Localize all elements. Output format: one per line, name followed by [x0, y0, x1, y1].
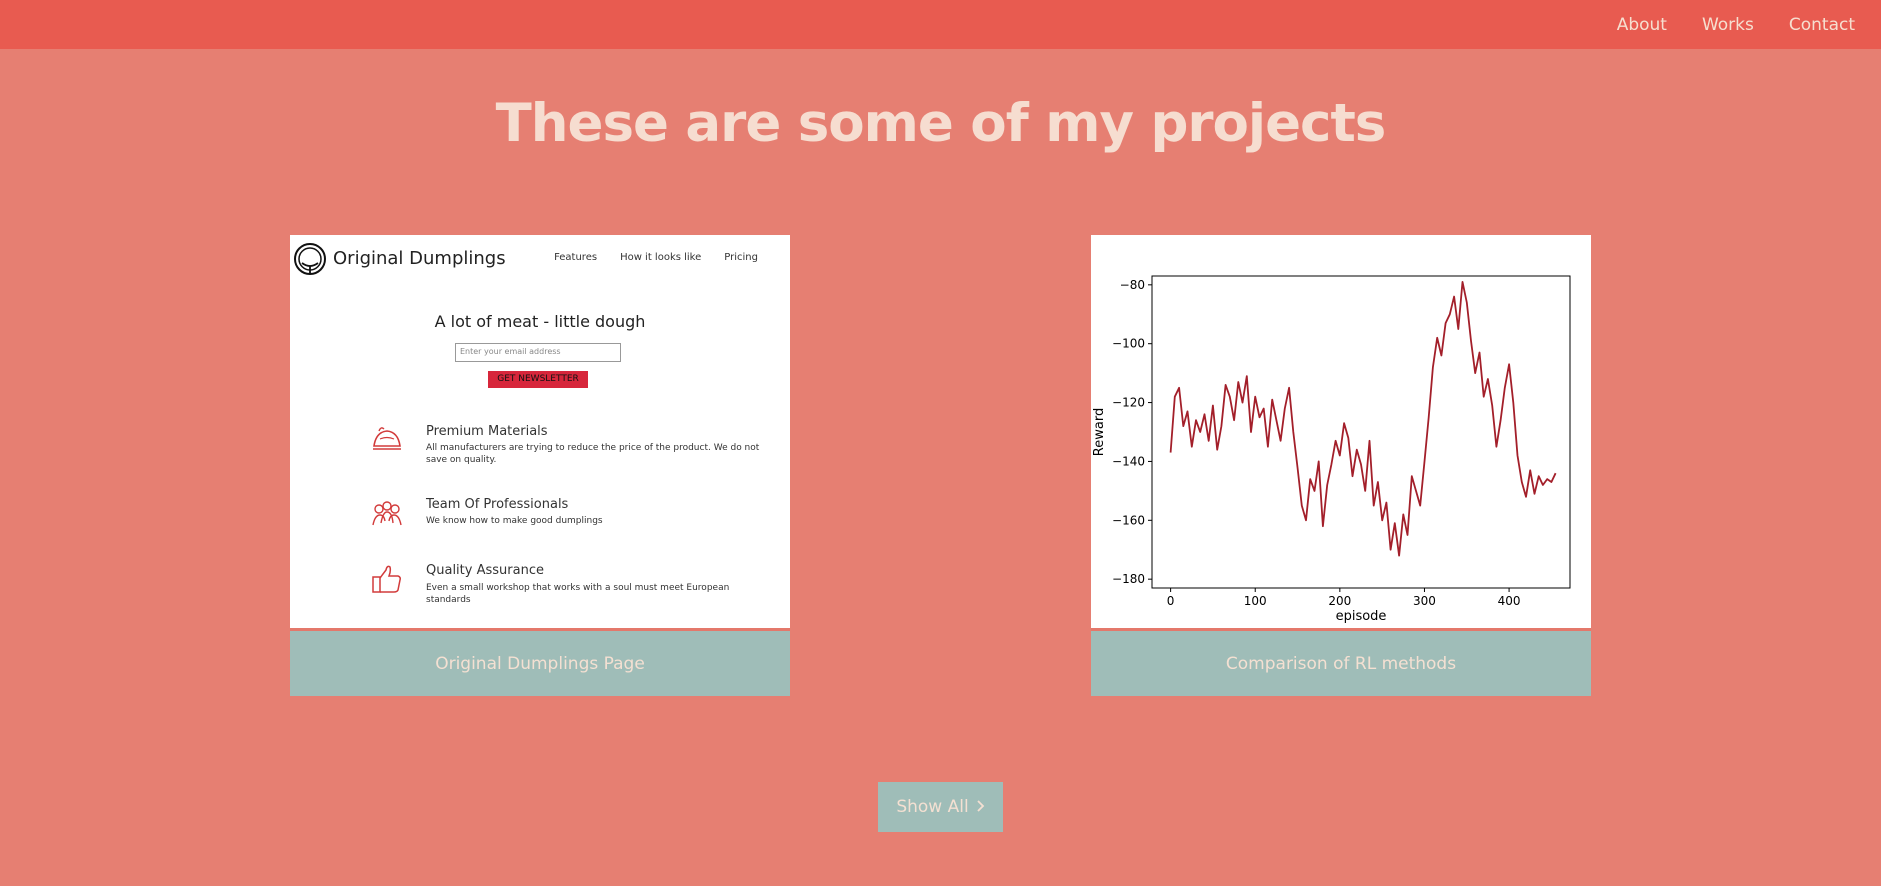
- thumb-brand: Original Dumplings: [333, 248, 506, 269]
- thumb-feature-desc: We know how to make good dumplings: [426, 516, 603, 526]
- show-all-button[interactable]: Show All: [878, 782, 1003, 832]
- y-tick-label: −120: [1112, 396, 1145, 410]
- x-axis-label: episode: [1336, 609, 1387, 624]
- team-icon: [372, 501, 402, 526]
- reward-series-line: [1169, 281, 1557, 557]
- y-tick-label: −80: [1120, 278, 1145, 292]
- show-all-label: Show All: [896, 797, 969, 817]
- nav-link-works[interactable]: Works: [1702, 15, 1754, 35]
- project-thumbnail-rl[interactable]: 0 100 200 300 400 −80 −100 −120 −140 −160 −180 epis…: [1091, 235, 1591, 628]
- y-tick-label: −160: [1112, 513, 1145, 527]
- y-tick-label: −180: [1112, 572, 1145, 586]
- x-tick-label: 200: [1328, 594, 1351, 608]
- chevron-right-icon: [977, 797, 985, 817]
- thumb-nav-features: Features: [554, 252, 598, 263]
- thumb-feature-desc: All manufacturers are trying to reduce t…: [426, 443, 760, 465]
- thumbs-up-icon: [372, 565, 401, 593]
- thumb-feature-title: Team Of Professionals: [426, 497, 569, 512]
- thumb-feature-title: Premium Materials: [426, 424, 548, 439]
- nav-link-about[interactable]: About: [1617, 15, 1667, 35]
- y-axis-label: Reward: [1092, 408, 1107, 456]
- thumb-nav-pricing: Pricing: [724, 252, 758, 263]
- thumb-feature-desc: Even a small workshop that works with a …: [426, 583, 730, 605]
- project-caption-rl[interactable]: Comparison of RL methods: [1091, 631, 1591, 696]
- thumb-title: A lot of meat - little dough: [434, 312, 646, 331]
- nav-link-contact[interactable]: Contact: [1789, 15, 1855, 35]
- project-card-dumplings[interactable]: Original Dumplings Features How it looks…: [290, 235, 790, 696]
- project-card-rl[interactable]: 0 100 200 300 400 −80 −100 −120 −140 −160 −180 epis…: [1091, 235, 1591, 696]
- x-tick-label: 300: [1413, 594, 1436, 608]
- dumpling-icon: [373, 427, 401, 450]
- thumb-newsletter-button: GET NEWSLETTER: [488, 371, 588, 388]
- thumb-nav: Features How it looks like Pricing: [554, 252, 758, 263]
- x-tick-label: 400: [1498, 594, 1521, 608]
- x-tick-label: 100: [1244, 594, 1267, 608]
- thumb-nav-how-it-looks: How it looks like: [620, 252, 702, 263]
- x-tick-label: 0: [1167, 594, 1175, 608]
- dumpling-logo-icon: [294, 243, 326, 275]
- thumb-email-field: Enter your email address: [455, 343, 621, 362]
- top-bar: About Works Contact: [0, 0, 1881, 49]
- y-tick-label: −140: [1112, 454, 1145, 468]
- project-thumbnail-dumplings[interactable]: Original Dumplings Features How it looks…: [290, 235, 790, 628]
- y-tick-label: −100: [1112, 337, 1145, 351]
- thumb-feature-title: Quality Assurance: [426, 563, 544, 578]
- top-nav: About Works Contact: [1617, 0, 1855, 49]
- reward-chart: 0 100 200 300 400 −80 −100 −120 −140 −160 −180 epis…: [1092, 275, 1571, 624]
- project-caption-dumplings[interactable]: Original Dumplings Page: [290, 631, 790, 696]
- page-title: These are some of my projects: [495, 93, 1387, 154]
